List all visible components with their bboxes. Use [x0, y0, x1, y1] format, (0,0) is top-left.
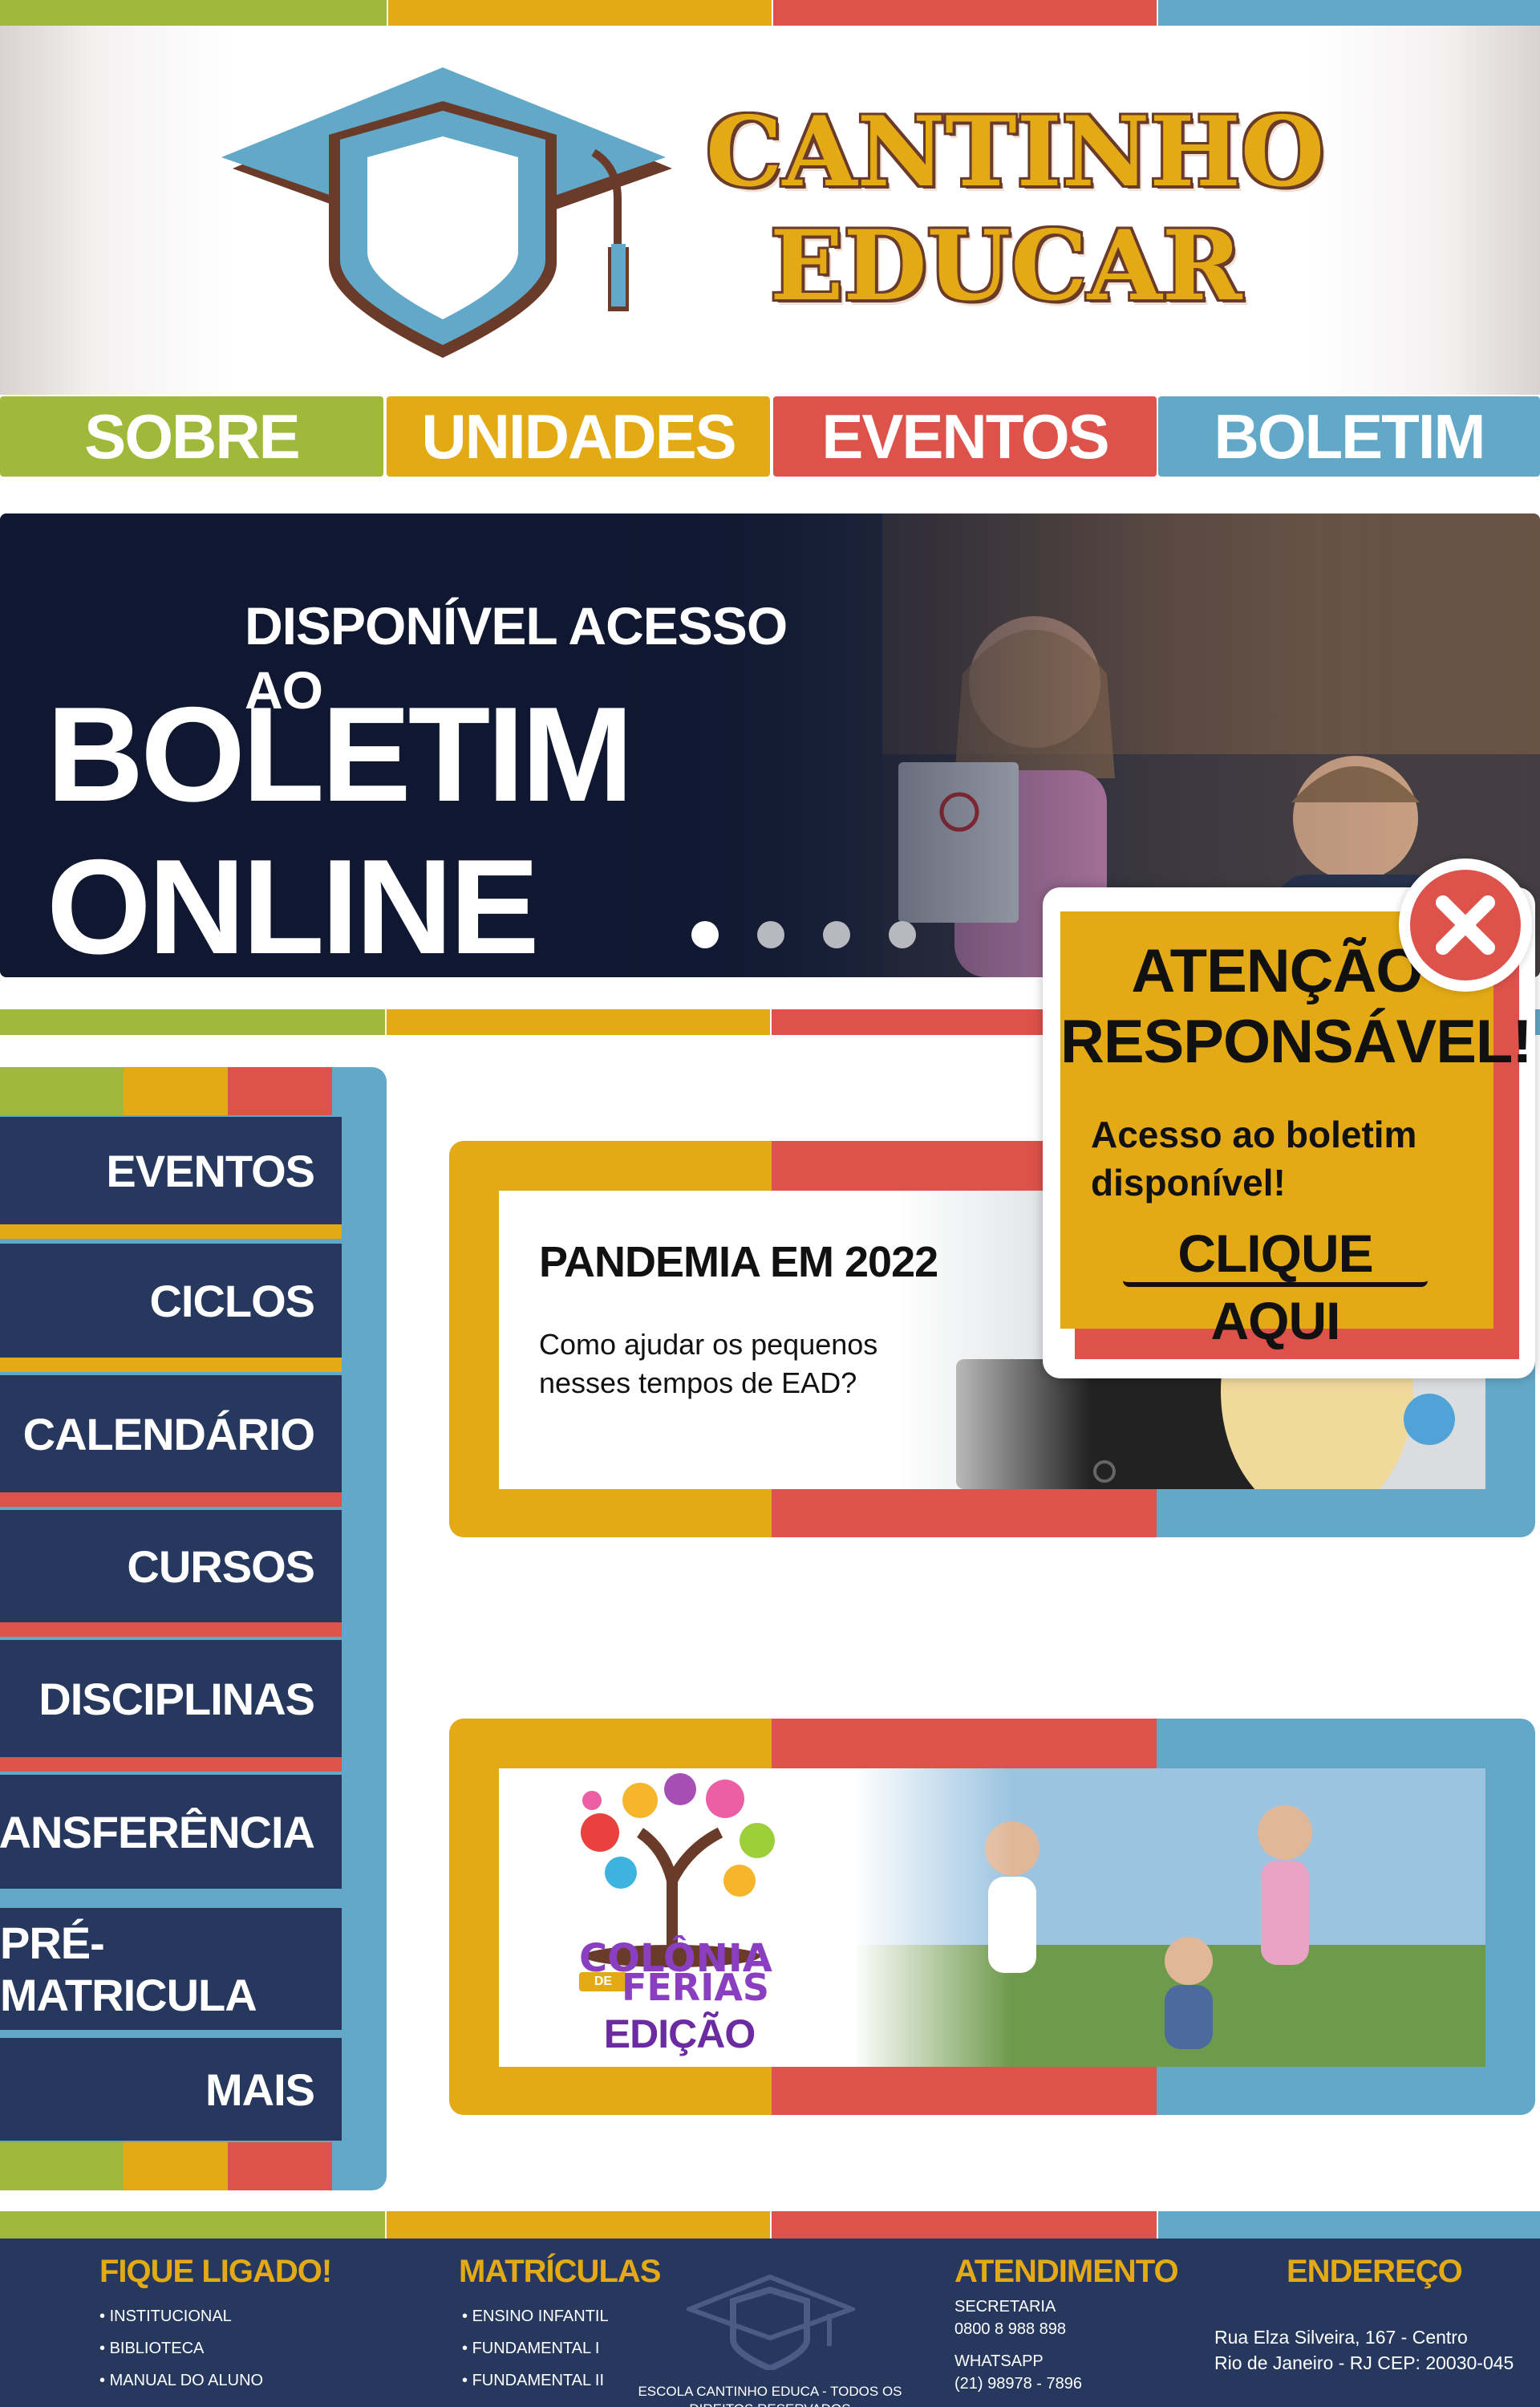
side-menu-item-eventos[interactable]: EVENTOS	[0, 1117, 342, 1224]
side-menu-separator	[0, 1358, 342, 1372]
stripe-yellow	[387, 1009, 770, 1035]
side-menu-bottom-yellow	[124, 2142, 228, 2190]
side-menu-label: DISCIPLINAS	[38, 1673, 315, 1724]
side-menu-top-red	[228, 1067, 332, 1115]
footer-col4-title: ENDEREÇO	[1287, 2254, 1463, 2289]
card-colonia-ferias[interactable]: COLÔNIA DE FÉRIAS EDIÇÃO 2022	[449, 1719, 1535, 2115]
stripe-blue	[1158, 2211, 1540, 2239]
side-menu-item-calendario[interactable]: CALENDÁRIO	[0, 1375, 342, 1492]
side-menu-label: CURSOS	[127, 1540, 315, 1592]
footer-link-ensino-infantil[interactable]: ENSINO INFANTIL	[462, 2308, 703, 2326]
footer-link-fundamental-1[interactable]: FUNDAMENTAL I	[462, 2340, 703, 2358]
carousel-dot-3[interactable]	[823, 921, 850, 948]
colonia-edition: EDIÇÃO 2022	[603, 2011, 756, 2067]
footer-copyright: ESCOLA CANTINHO EDUCA - TODOS OS DIREITO…	[638, 2384, 902, 2407]
card-colonia-content: COLÔNIA DE FÉRIAS EDIÇÃO 2022	[499, 1768, 1485, 2067]
popup-text-line1: Acesso ao boletim	[1091, 1114, 1417, 1155]
stripe-green	[0, 2211, 385, 2239]
footer-col3-title: ATENDIMENTO	[954, 2254, 1179, 2289]
side-menu-item-ciclos[interactable]: CICLOS	[0, 1244, 342, 1358]
stripe-red	[772, 2211, 1157, 2239]
footer-col1-title: FIQUE LIGADO!	[99, 2254, 332, 2289]
footer-link-biblioteca[interactable]: BIBLIOTECA	[99, 2340, 340, 2358]
side-menu-label: MAIS	[205, 2064, 315, 2115]
side-menu-bottom-green	[0, 2142, 124, 2190]
side-menu-item-disciplinas[interactable]: DISCIPLINAS	[0, 1640, 342, 1757]
footer-address-line2: Rio de Janeiro - RJ CEP: 20030-045	[1214, 2352, 1514, 2373]
nav-item-label: UNIDADES	[421, 400, 736, 472]
card-pandemia-text-line2: nesses tempos de EAD?	[539, 1366, 857, 1399]
footer-col1-list: INSTITUCIONAL BIBLIOTECA MANUAL DO ALUNO	[99, 2308, 340, 2404]
popup-title-line2: RESPONSÁVEL!	[1060, 1008, 1533, 1076]
side-menu-top-yellow	[124, 1067, 228, 1115]
side-menu-item-mais[interactable]: MAIS	[0, 2038, 342, 2141]
stripe-green	[0, 0, 387, 26]
popup-text-line2: disponível!	[1091, 1162, 1286, 1204]
side-menu-label: TRANSFERÊNCIA	[0, 1806, 315, 1857]
side-menu-separator	[0, 1757, 342, 1772]
popup-close-button[interactable]	[1399, 858, 1532, 992]
side-menu-label: CICLOS	[149, 1275, 315, 1326]
side-menu-bottom-red	[228, 2142, 332, 2190]
close-icon	[1436, 895, 1495, 955]
nav-item-label: BOLETIM	[1214, 400, 1486, 472]
nav-item-unidades[interactable]: UNIDADES	[387, 396, 770, 477]
footer-link-manual-aluno[interactable]: MANUAL DO ALUNO	[99, 2372, 340, 2390]
brand-name-line1: CANTINHO	[706, 95, 1325, 209]
hero-kicker: DISPONÍVEL ACESSO AO	[245, 596, 788, 720]
nav-item-eventos[interactable]: EVENTOS	[773, 396, 1157, 477]
side-menu-item-transferencia[interactable]: TRANSFERÊNCIA	[0, 1775, 342, 1889]
stripe-red	[773, 0, 1157, 26]
footer-logo-icon	[687, 2274, 855, 2370]
brand-name-line2: EDUCAR	[770, 209, 1242, 323]
graduation-cap-shield-icon[interactable]	[217, 63, 682, 359]
side-menu-label: PRÉ-MATRICULA	[0, 1918, 257, 2020]
stripe-yellow	[388, 0, 772, 26]
nav-item-label: SOBRE	[84, 400, 300, 472]
side-menu-item-cursos[interactable]: CURSOS	[0, 1510, 342, 1622]
colonia-logo-line2: FÉRIAS	[621, 1966, 770, 2009]
stripe-yellow	[387, 2211, 770, 2239]
nav-item-boletim[interactable]: BOLETIM	[1158, 396, 1540, 477]
footer-secretaria-label: SECRETARIA	[954, 2298, 1056, 2316]
carousel-dot-1[interactable]	[691, 921, 719, 948]
side-menu-separator	[0, 1224, 342, 1239]
nav-item-label: EVENTOS	[821, 400, 1109, 472]
carousel-dot-2[interactable]	[757, 921, 784, 948]
popup-cta-link[interactable]: CLIQUE AQUI	[1123, 1220, 1428, 1350]
footer-link-institucional[interactable]: INSTITUCIONAL	[99, 2308, 340, 2326]
side-menu-separator	[0, 1622, 342, 1637]
footer-col2-title: MATRÍCULAS	[459, 2254, 661, 2289]
stripe-green	[0, 1009, 385, 1035]
nav-item-sobre[interactable]: SOBRE	[0, 396, 383, 477]
footer-whatsapp-label: WHATSAPP	[954, 2352, 1044, 2370]
carousel-dot-4[interactable]	[889, 921, 916, 948]
hero-title: BOLETIM ONLINE	[47, 679, 634, 977]
side-menu-label: EVENTOS	[106, 1145, 315, 1196]
stripe-blue	[1158, 0, 1540, 26]
footer-address-line1: Rua Elza Silveira, 167 - Centro	[1214, 2327, 1468, 2348]
side-menu-item-pre-matricula[interactable]: PRÉ-MATRICULA	[0, 1908, 342, 2030]
card-pandemia-text-line1: Como ajudar os pequenos	[539, 1328, 878, 1361]
side-menu-label: CALENDÁRIO	[22, 1408, 315, 1459]
side-menu-top-green	[0, 1067, 124, 1115]
card-pandemia-title: PANDEMIA EM 2022	[539, 1238, 938, 1286]
side-menu-separator	[0, 1889, 342, 1903]
footer: FIQUE LIGADO! INSTITUCIONAL BIBLIOTECA M…	[0, 2239, 1540, 2407]
footer-secretaria-phone[interactable]: 0800 8 988 898	[954, 2320, 1163, 2340]
footer-whatsapp-phone[interactable]: (21) 98978 - 7896	[954, 2375, 1163, 2394]
side-menu-separator	[0, 1492, 342, 1507]
